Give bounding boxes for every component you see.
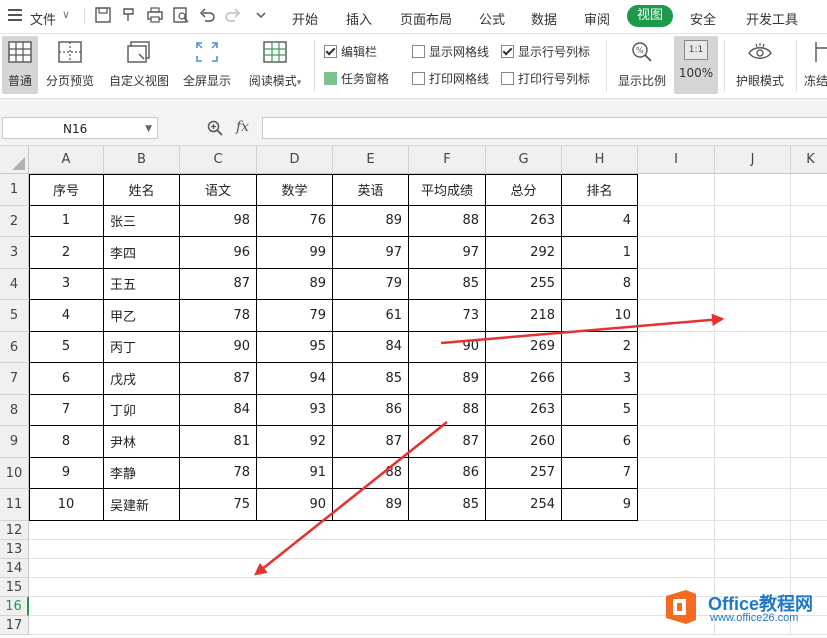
red-arrow-down-left — [254, 421, 448, 576]
red-arrow-right — [440, 313, 725, 345]
office-logo-icon — [666, 590, 696, 624]
annotation-arrows — [254, 313, 725, 576]
office26-watermark: Office教程网 www.office26.com — [662, 588, 827, 626]
